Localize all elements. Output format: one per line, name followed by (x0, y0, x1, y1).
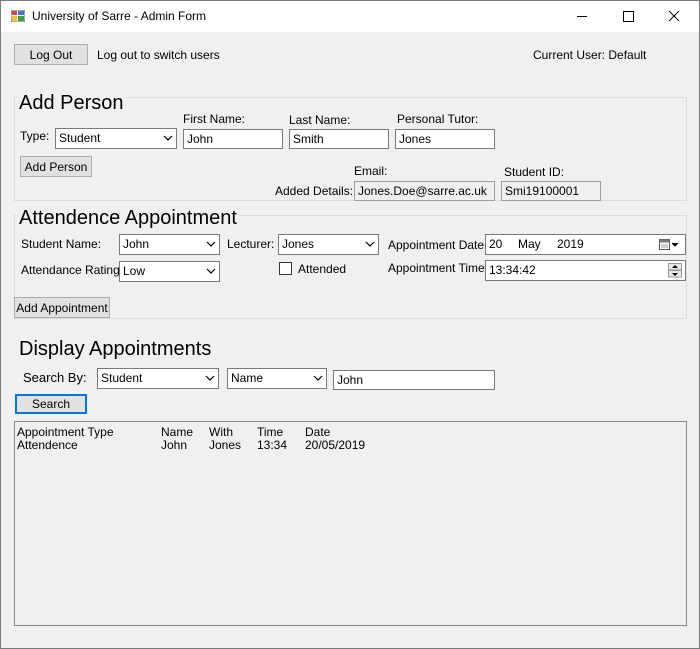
time-picker[interactable]: 13:34:42 (485, 260, 686, 281)
current-user-label: Current User: Default (533, 48, 647, 62)
search-by-label: Search By: (23, 370, 87, 385)
logout-hint: Log out to switch users (97, 48, 220, 62)
column-header-name[interactable]: Name (161, 425, 193, 439)
chevron-down-icon (163, 135, 173, 141)
appointment-title: Attendence Appointment (17, 206, 239, 230)
cell-date: 20/05/2019 (305, 438, 366, 452)
chevron-down-icon (365, 241, 375, 247)
spinner-icon[interactable] (668, 263, 682, 278)
type-combo[interactable]: Student (55, 128, 177, 149)
appointments-list[interactable]: Appointment Type Name With Time Date Att… (14, 421, 687, 626)
search-field-combo[interactable]: Name (227, 368, 327, 389)
student-id-label: Student ID: (504, 165, 565, 179)
add-person-button[interactable]: Add Person (20, 156, 92, 177)
column-header-time[interactable]: Time (257, 425, 283, 439)
last-name-label: Last Name: (289, 113, 351, 127)
add-person-title: Add Person (17, 91, 126, 115)
date-picker[interactable]: 20 May 2019 (485, 234, 686, 255)
lecturer-combo-value: Jones (282, 237, 315, 251)
close-icon (668, 10, 680, 22)
maximize-button[interactable] (605, 1, 651, 32)
chevron-down-icon (206, 241, 216, 247)
student-id-field[interactable]: Smi19100001 (501, 181, 601, 201)
lecturer-label: Lecturer: (227, 237, 275, 251)
cell-type: Attendence (17, 438, 78, 452)
email-field[interactable]: Jones.Doe@sarre.ac.uk (354, 181, 495, 201)
rating-combo-value: Low (123, 264, 146, 278)
chevron-down-icon (313, 375, 323, 381)
chevron-down-icon (206, 268, 216, 274)
column-header-type[interactable]: Appointment Type (17, 425, 114, 439)
minimize-button[interactable] (559, 1, 605, 32)
student-name-combo[interactable]: John (119, 234, 220, 255)
first-name-field[interactable]: John (183, 129, 283, 149)
type-combo-value: Student (59, 131, 101, 145)
rating-combo[interactable]: Low (119, 261, 220, 282)
search-button[interactable]: Search (15, 394, 87, 414)
search-by-combo[interactable]: Student (97, 368, 219, 389)
time-value: 13:34:42 (489, 263, 536, 277)
tutor-label: Personal Tutor: (397, 112, 479, 126)
cell-with: Jones (209, 438, 242, 452)
cell-name: John (161, 438, 188, 452)
search-field-combo-value: Name (231, 371, 264, 385)
maximize-icon (623, 11, 634, 22)
tutor-field[interactable]: Jones (395, 129, 495, 149)
add-appointment-button[interactable]: Add Appointment (14, 297, 110, 318)
attended-label: Attended (298, 262, 347, 276)
date-month: May (518, 237, 541, 251)
title-bar[interactable]: University of Sarre - Admin Form (1, 1, 699, 32)
calendar-icon[interactable] (659, 239, 681, 251)
date-day: 20 (489, 237, 503, 251)
window-title: University of Sarre - Admin Form (32, 9, 207, 23)
logout-button[interactable]: Log Out (14, 44, 88, 65)
search-by-combo-value: Student (101, 371, 143, 385)
app-icon (11, 10, 25, 22)
minimize-icon (577, 16, 587, 17)
column-header-with[interactable]: With (209, 425, 233, 439)
column-header-date[interactable]: Date (305, 425, 330, 439)
close-button[interactable] (651, 1, 697, 32)
attended-checkbox[interactable] (279, 262, 292, 275)
time-label: Appointment Time: (388, 261, 489, 275)
first-name-label: First Name: (183, 112, 246, 126)
lecturer-combo[interactable]: Jones (278, 234, 379, 255)
added-details-label: Added Details: (275, 184, 354, 198)
type-label: Type: (20, 129, 50, 143)
display-title: Display Appointments (19, 338, 212, 360)
date-year: 2019 (557, 237, 584, 251)
cell-time: 13:34 (257, 438, 288, 452)
date-label: Appointment Date: (388, 238, 488, 252)
rating-label: Attendance Rating (21, 263, 120, 277)
email-label: Email: (354, 164, 388, 178)
last-name-field[interactable]: Smith (289, 129, 389, 149)
search-query-field[interactable]: John (333, 370, 495, 390)
student-name-label: Student Name: (21, 237, 102, 251)
chevron-down-icon (205, 375, 215, 381)
student-name-combo-value: John (123, 237, 150, 251)
admin-form-window: University of Sarre - Admin Form Log Out… (0, 0, 700, 649)
table-row[interactable]: Attendence John Jones 13:34 20/05/2019 (15, 438, 686, 452)
